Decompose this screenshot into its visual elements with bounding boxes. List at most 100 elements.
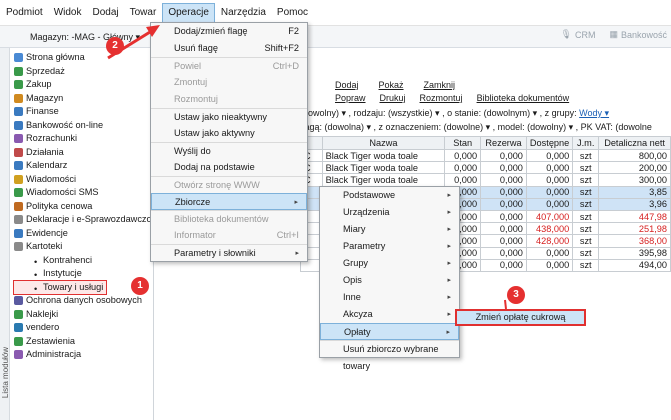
operacje-item-6[interactable]: Ustaw jako aktywny [151, 125, 307, 142]
menu-6[interactable]: Pomoc [272, 3, 313, 23]
operacje-item-13[interactable]: Parametry i słowniki ▸ [151, 244, 307, 261]
operacje-item-4[interactable]: Rozmontuj [151, 91, 307, 108]
link-row2-2[interactable]: Rozmontuj [420, 93, 463, 103]
operacje-item-8[interactable]: Dodaj na podstawie [151, 159, 307, 176]
bank-button[interactable]: ▦ Bankowość [609, 29, 667, 40]
strip-label: Lista modułów [1, 346, 11, 399]
cell-det: 300,00 [598, 173, 671, 187]
nav-item-9[interactable]: Wiadomości [14, 173, 152, 187]
menu-2[interactable]: Dodaj [87, 3, 123, 23]
nav-item-19[interactable]: Naklejki [14, 308, 152, 322]
cell-rez: 0,000 [480, 197, 527, 211]
nav-label: Zakup [26, 79, 52, 89]
nav-item-3[interactable]: Magazyn [14, 92, 152, 106]
nav-item-15[interactable]: • Kontrahenci [14, 254, 152, 268]
nav-item-4[interactable]: Finanse [14, 105, 152, 119]
operacje-item-5[interactable]: Ustaw jako nieaktywny [151, 108, 307, 125]
table-row[interactable]: CBlack Tiger woda toale0,0000,0000,000sz… [300, 148, 671, 163]
column-header[interactable]: Nazwa [321, 136, 446, 150]
nav-label: Kartoteki [26, 241, 63, 251]
menu-item-label: Wyślij do [174, 146, 211, 156]
menu-0[interactable]: Podmiot [1, 3, 48, 23]
shortcut-label: F2 [288, 26, 299, 36]
menu-item-label: Otwórz stronę WWW [174, 180, 260, 190]
column-header[interactable]: Stan [444, 136, 482, 150]
operacje-item-12[interactable]: Informator Ctrl+I [151, 227, 307, 244]
menu-item-label: Opis [343, 275, 362, 285]
filter-line-2[interactable]: flagą: (dowolna) ▾ , z oznaczeniem: (dow… [300, 122, 652, 133]
action-links-row2: Popraw Drukuj Rozmontuj Biblioteka dokument… [335, 93, 569, 103]
zbiorcze-item-3[interactable]: Parametry ▸ [320, 238, 459, 255]
operacje-item-9[interactable]: Otwórz stronę WWW [151, 176, 307, 193]
zbiorcze-item-6[interactable]: Inne ▸ [320, 289, 459, 306]
operacje-item-7[interactable]: Wyślij do [151, 142, 307, 159]
crm-button[interactable]: 🎙 CRM [561, 29, 596, 40]
operacje-item-1[interactable]: Usuń flagę Shift+F2 [151, 40, 307, 57]
nav-item-7[interactable]: Działania [14, 146, 152, 160]
nav-item-17[interactable]: • Towary i usługi [12, 279, 108, 295]
warehouse-selector[interactable]: Magazyn: -MAG - Główny ▾ [30, 32, 140, 43]
nav-label: Rozrachunki [26, 133, 78, 143]
nav-item-13[interactable]: Ewidencje [14, 227, 152, 241]
nav-item-2[interactable]: Zakup [14, 78, 152, 92]
nav-item-11[interactable]: Polityka cenowa [14, 200, 152, 214]
zbiorcze-item-4[interactable]: Grupy ▸ [320, 255, 459, 272]
nav-item-14[interactable]: Kartoteki [14, 240, 152, 254]
table-row[interactable]: CBlack Tiger woda toale0,0000,0000,000sz… [300, 161, 671, 175]
cell-jm: szt [572, 197, 600, 211]
zbiorcze-item-1[interactable]: Urządzenia ▸ [320, 204, 459, 221]
link-row2-0[interactable]: Popraw [335, 93, 366, 103]
link-row1-1[interactable]: Pokaż [379, 80, 404, 90]
nav-item-18[interactable]: Ochrona danych osobowych [14, 294, 152, 308]
cell-rez: 0,000 [480, 246, 527, 260]
nav-item-8[interactable]: Kalendarz [14, 159, 152, 173]
operacje-item-0[interactable]: Dodaj/zmień flagę F2 [151, 23, 307, 40]
link-row1-2[interactable]: Zamknij [424, 80, 456, 90]
link-row2-1[interactable]: Drukuj [380, 93, 406, 103]
operacje-item-11[interactable]: Biblioteka dokumentów [151, 210, 307, 227]
shortcut-label: Shift+F2 [264, 43, 299, 53]
operacje-item-3[interactable]: Zmontuj [151, 74, 307, 91]
cell-stan: 0,000 [444, 148, 482, 163]
operacje-item-2[interactable]: Powiel Ctrl+D [151, 57, 307, 74]
zbiorcze-item-2[interactable]: Miary ▸ [320, 221, 459, 238]
zbiorcze-item-9[interactable]: Usuń zbiorczo wybrane towary [320, 340, 459, 371]
module-icon [14, 147, 23, 157]
nav-item-10[interactable]: Wiadomości SMS [14, 186, 152, 200]
module-icon: • [34, 270, 38, 281]
module-icon [14, 53, 23, 63]
column-header[interactable]: Dostępne [525, 136, 574, 150]
module-list-strip[interactable]: Lista modułów [0, 48, 10, 420]
menu-1[interactable]: Widok [49, 3, 87, 23]
nav-item-1[interactable]: Sprzedaż [14, 65, 152, 79]
cell-rez: 0,000 [480, 148, 527, 163]
nav-item-0[interactable]: Strona główna [14, 51, 152, 65]
nav-item-12[interactable]: Deklaracje i e-Sprawozdawczo [14, 213, 152, 227]
zbiorcze-item-7[interactable]: Akcyza ▸ [320, 306, 459, 323]
change-sugar-fee-item[interactable]: Zmień opłatę cukrową [455, 309, 586, 326]
module-nav: Strona główna Sprzedaż Zakup Magazyn Finanse… [12, 51, 152, 362]
nav-item-22[interactable]: Administracja [14, 348, 152, 362]
submenu-arrow-icon: ▸ [447, 277, 451, 284]
nav-item-5[interactable]: Bankowość on-line [14, 119, 152, 133]
operacje-item-10[interactable]: Zbiorcze ▸ [151, 193, 307, 210]
filter-line-1[interactable]: (dowolny) ▾ , rodzaju: (wszystkie) ▾ , o… [300, 108, 609, 119]
nav-item-20[interactable]: vendero [14, 321, 152, 335]
table-row[interactable]: CBlack Tiger woda toale0,0000,0000,000sz… [300, 173, 671, 187]
zbiorcze-item-8[interactable]: Opłaty ▸ [320, 323, 459, 340]
zbiorcze-item-5[interactable]: Opis ▸ [320, 272, 459, 289]
nav-item-16[interactable]: • Instytucje [14, 267, 152, 281]
menu-3[interactable]: Towar [125, 3, 162, 23]
column-header[interactable]: Rezerwa [480, 136, 527, 150]
menu-5[interactable]: Narzędzia [216, 3, 271, 23]
link-row1-0[interactable]: Dodaj [335, 80, 359, 90]
cell-name: Black Tiger woda toale [321, 148, 446, 163]
column-header[interactable]: Detaliczna nett [598, 136, 671, 150]
group-filter[interactable]: Wody ▾ [579, 108, 609, 118]
nav-item-21[interactable]: Zestawienia [14, 335, 152, 349]
link-row2-3[interactable]: Biblioteka dokumentów [477, 93, 570, 103]
column-header[interactable]: J.m. [572, 136, 600, 150]
zbiorcze-item-0[interactable]: Podstawowe ▸ [320, 187, 459, 204]
menu-4[interactable]: Operacje [162, 2, 215, 23]
nav-item-6[interactable]: Rozrachunki [14, 132, 152, 146]
